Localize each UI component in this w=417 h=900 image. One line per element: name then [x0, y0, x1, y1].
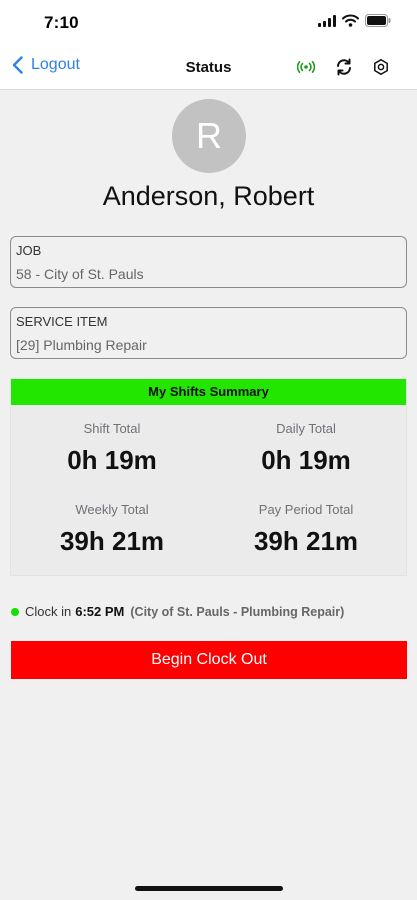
status-dot-icon — [11, 607, 19, 616]
status-icons — [318, 14, 391, 32]
stat-value: 39h 21m — [59, 526, 165, 556]
status-time: 7:10 — [44, 13, 79, 32]
job-label: JOB — [16, 243, 42, 258]
service-item-value: [29] Plumbing Repair — [16, 337, 147, 353]
begin-clock-out-button[interactable]: Begin Clock Out — [11, 641, 407, 679]
weekly-total-stat: Weekly Total 39h 21m — [13, 502, 211, 557]
clock-status: Clock in 6:52 PM (City of St. Pauls - Pl… — [11, 604, 344, 619]
stat-label: Weekly Total — [75, 502, 149, 517]
job-field[interactable]: JOB 58 - City of St. Pauls — [10, 236, 407, 288]
nav-bar: Logout Status — [0, 46, 417, 90]
service-item-label: SERVICE ITEM — [16, 314, 108, 329]
nav-actions — [297, 58, 389, 76]
job-value: 58 - City of St. Pauls — [16, 266, 144, 282]
refresh-icon[interactable] — [335, 58, 353, 76]
avatar: R — [172, 99, 246, 173]
stat-value: 0h 19m — [67, 445, 157, 475]
status-bar: 7:10 — [0, 0, 417, 46]
cellular-signal-icon — [318, 14, 336, 32]
signal-icon[interactable] — [297, 61, 315, 73]
clock-time: 6:52 PM — [75, 604, 125, 619]
pay-period-total-stat: Pay Period Total 39h 21m — [207, 502, 405, 557]
stat-value: 39h 21m — [253, 526, 359, 556]
stat-value: 0h 19m — [261, 445, 351, 475]
service-item-field[interactable]: SERVICE ITEM [29] Plumbing Repair — [10, 307, 407, 359]
stat-label: Pay Period Total — [258, 502, 354, 517]
home-indicator[interactable] — [135, 886, 283, 891]
user-name: Anderson, Robert — [102, 181, 315, 211]
stat-label: Shift Total — [83, 421, 141, 436]
shift-total-stat: Shift Total 0h 19m — [13, 421, 211, 476]
summary-header: My Shifts Summary — [11, 379, 406, 405]
gear-icon[interactable] — [373, 59, 389, 75]
wifi-icon — [342, 14, 359, 32]
stat-label: Daily Total — [276, 421, 336, 436]
shifts-summary-card: My Shifts Summary Shift Total 0h 19m Dai… — [10, 378, 407, 576]
daily-total-stat: Daily Total 0h 19m — [207, 421, 405, 476]
clock-prefix: Clock in — [25, 604, 72, 619]
battery-icon — [365, 14, 391, 32]
clock-detail: (City of St. Pauls - Plumbing Repair) — [130, 604, 345, 619]
